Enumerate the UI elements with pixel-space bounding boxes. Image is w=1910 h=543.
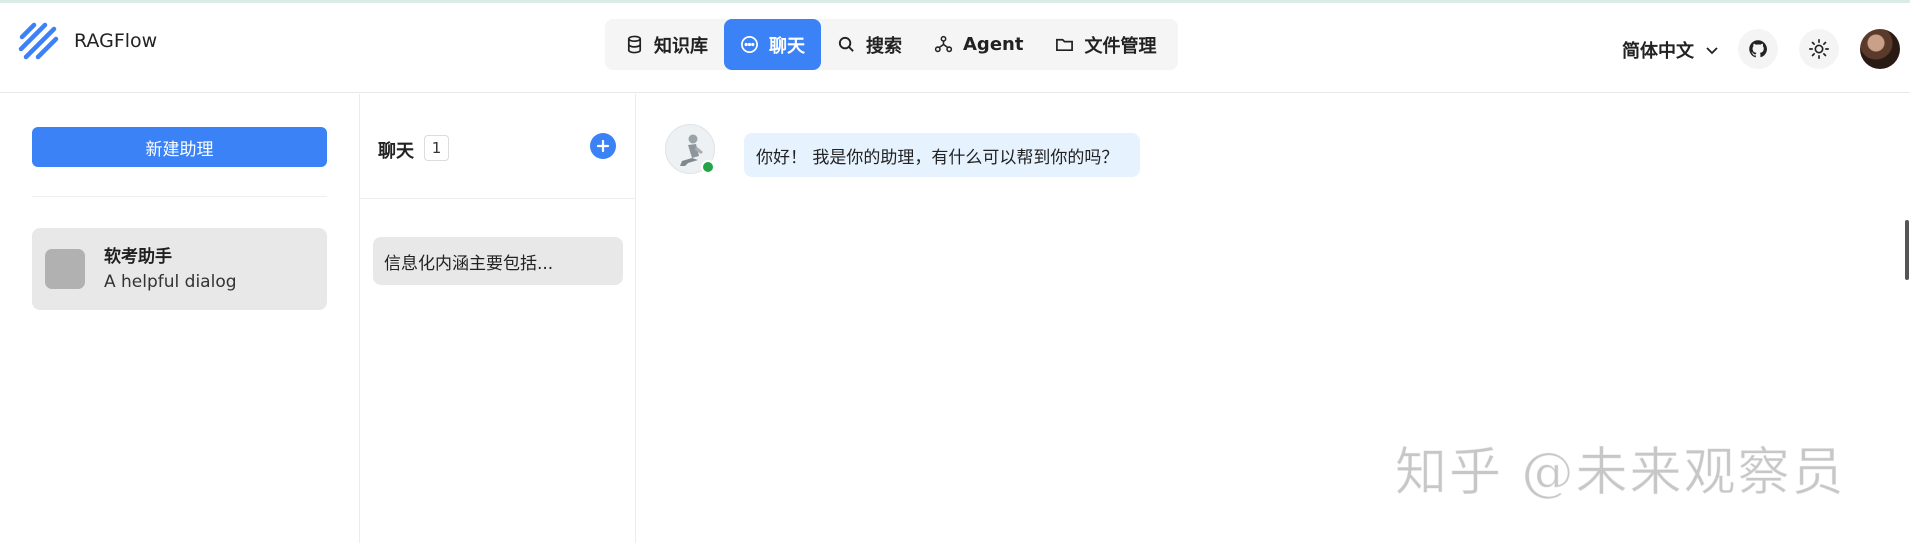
user-avatar[interactable] (1860, 29, 1900, 69)
conversation-item[interactable]: 信息化内涵主要包括... (373, 237, 623, 285)
chevron-down-icon (1706, 47, 1718, 55)
language-label: 简体中文 (1622, 41, 1694, 62)
theme-toggle-button[interactable] (1799, 29, 1839, 69)
assistant-message: 你好！ 我是你的助理，有什么可以帮到你的吗？ (744, 133, 1140, 177)
watermark-text: 知乎 @未来观察员 (1395, 443, 1846, 504)
chat-count-badge: 1 (424, 135, 449, 161)
nav-item-file-management[interactable]: 文件管理 (1039, 19, 1172, 70)
nav-item-knowledge-base[interactable]: 知识库 (609, 19, 724, 70)
nav-item-chat[interactable]: 聊天 (724, 19, 821, 70)
nav-item-label: Agent (963, 34, 1024, 55)
assistant-name: 软考助手 (104, 247, 172, 267)
sun-icon (1809, 39, 1829, 59)
folder-icon (1056, 38, 1074, 52)
main-nav: 知识库 聊天 搜索 Agent 文件管理 (605, 19, 1178, 70)
nav-item-label: 搜索 (866, 35, 902, 57)
nav-item-search[interactable]: 搜索 (821, 19, 918, 70)
language-selector[interactable]: 简体中文 (1622, 37, 1720, 63)
github-icon (1749, 40, 1767, 58)
ragflow-logo-icon[interactable] (18, 19, 60, 63)
assistant-description: A helpful dialog (104, 272, 237, 292)
nav-item-label: 聊天 (769, 35, 805, 57)
plus-icon (596, 139, 610, 153)
chat-icon (741, 36, 758, 53)
chat-list-header: 聊天 1 (360, 94, 636, 199)
chat-list-panel: 聊天 1 信息化内涵主要包括... (360, 94, 636, 543)
new-assistant-button[interactable]: 新建助理 (32, 127, 327, 167)
online-status-dot (701, 160, 715, 174)
assistant-sidebar: 新建助理 软考助手 A helpful dialog (0, 94, 360, 543)
nav-item-label: 文件管理 (1084, 35, 1157, 57)
chat-list-title: 聊天 (378, 141, 414, 162)
top-header: RAGFlow 知识库 聊天 搜索 Agent 文件管理 简体中文 (0, 3, 1910, 93)
database-icon (627, 35, 642, 54)
nav-item-agent[interactable]: Agent (918, 19, 1039, 70)
assistant-card[interactable]: 软考助手 A helpful dialog (32, 228, 327, 310)
scrollbar-thumb[interactable] (1905, 220, 1909, 280)
assistant-avatar-icon (45, 249, 85, 289)
nav-item-label: 知识库 (654, 35, 708, 57)
github-button[interactable] (1738, 29, 1778, 69)
app-name: RAGFlow (74, 30, 158, 52)
agent-icon (934, 35, 953, 53)
divider (32, 196, 327, 197)
add-chat-button[interactable] (590, 133, 616, 159)
search-icon (838, 36, 854, 52)
